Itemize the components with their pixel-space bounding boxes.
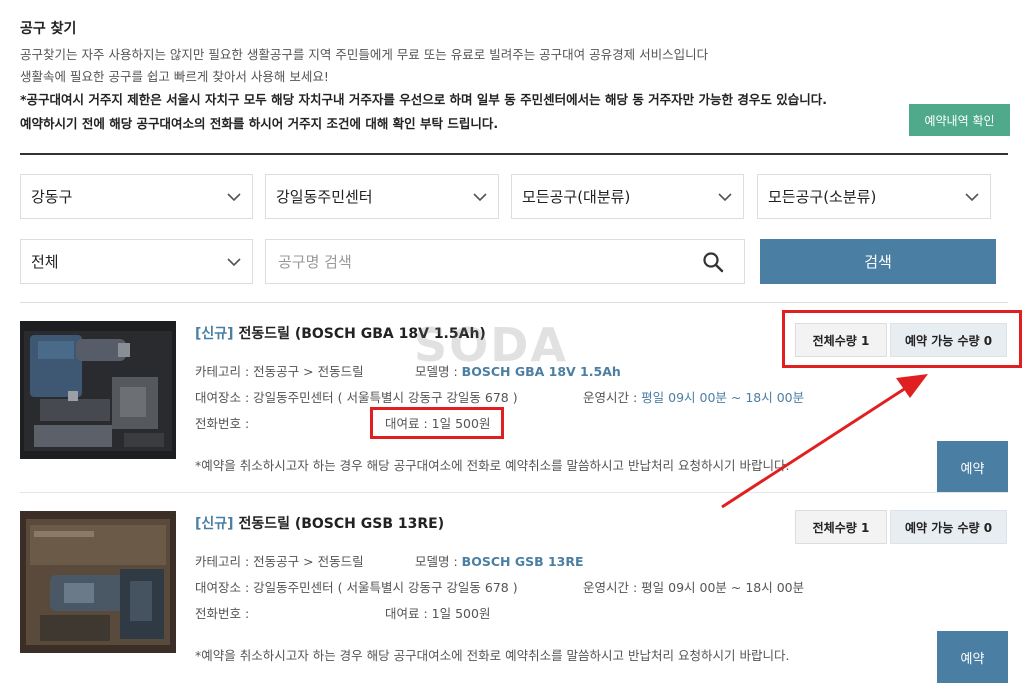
chevron-down-icon [227, 193, 241, 202]
chevron-down-icon [718, 193, 732, 202]
hours-text: 운영시간 : 평일 09시 00분 ~ 18시 00분 [583, 577, 804, 596]
model-label: 모델명 : [415, 364, 458, 379]
new-tag: [신규] [195, 516, 234, 532]
search-box [265, 239, 745, 284]
phone-text: 전화번호 : [195, 606, 250, 621]
tool-thumbnail[interactable] [20, 321, 176, 459]
category-major-select-value: 모든공구(대분류) [522, 188, 631, 206]
cancel-note: *예약을 취소하시고자 하는 경우 해당 공구대여소에 전화로 예약취소를 말씀… [195, 648, 790, 663]
search-input[interactable] [266, 240, 702, 283]
reserve-button[interactable]: 예약 [937, 631, 1008, 683]
model-value: BOSCH GSB 13RE [461, 554, 584, 569]
location-text: 대여장소 : 강일동주민센터 ( 서울특별시 강동구 강일동 678 ) [195, 580, 518, 595]
tool-name: 전동드릴 (BOSCH GBA 18V 1.5Ah) [238, 326, 486, 342]
model-value: BOSCH GBA 18V 1.5Ah [461, 364, 621, 379]
hours-text: 운영시간 : 평일 09시 00분 ~ 18시 00분 [583, 387, 804, 406]
list-item: [신규] 전동드릴 (BOSCH GBA 18V 1.5Ah) 카테고리 : 전… [20, 303, 1008, 493]
description-line-1: 공구찾기는 자주 사용하지는 않지만 필요한 생활공구를 지역 주민들에게 무료… [20, 47, 709, 62]
total-quantity-badge: 전체수량 1 [795, 323, 887, 357]
tool-thumbnail[interactable] [20, 511, 176, 653]
tool-title[interactable]: [신규] 전동드릴 (BOSCH GBA 18V 1.5Ah) [195, 323, 486, 343]
description-line-2: 생활속에 필요한 공구를 쉽고 빠르게 찾아서 사용해 보세요! [20, 69, 329, 84]
notice-line-1: *공구대여시 거주지 제한은 서울시 자치구 모두 해당 자치구내 거주자를 우… [20, 92, 827, 107]
reservation-history-button[interactable]: 예약내역 확인 [909, 104, 1010, 136]
center-select-value: 강일동주민센터 [276, 188, 373, 206]
chevron-down-icon [965, 193, 979, 202]
hours-label: 운영시간 : [583, 390, 638, 405]
center-select[interactable]: 강일동주민센터 [265, 174, 499, 219]
category-minor-select[interactable]: 모든공구(소분류) [757, 174, 991, 219]
category-text: 카테고리 : 전동공구 > 전동드릴 [195, 364, 364, 379]
hours-value: 평일 09시 00분 ~ 18시 00분 [641, 390, 805, 405]
search-button[interactable]: 검색 [760, 239, 996, 284]
search-icon[interactable] [702, 251, 724, 273]
chevron-down-icon [227, 258, 241, 267]
available-quantity-badge: 예약 가능 수량 0 [890, 510, 1007, 544]
list-item: [신규] 전동드릴 (BOSCH GSB 13RE) 카테고리 : 전동공구 >… [20, 493, 1008, 683]
model-label: 모델명 : [415, 554, 458, 569]
new-tag: [신규] [195, 326, 234, 342]
district-select-value: 강동구 [31, 188, 73, 206]
category-minor-select-value: 모든공구(소분류) [768, 188, 877, 206]
category-text: 카테고리 : 전동공구 > 전동드릴 [195, 554, 364, 569]
chevron-down-icon [473, 193, 487, 202]
fee-text: 대여료 : 1일 500원 [385, 606, 491, 621]
notice-line-2: 예약하시기 전에 해당 공구대여소의 전화를 하시어 거주지 조건에 대해 확인… [20, 116, 499, 131]
tool-name: 전동드릴 (BOSCH GSB 13RE) [238, 516, 445, 532]
model-text: 모델명 : BOSCH GBA 18V 1.5Ah [415, 361, 621, 380]
cancel-note: *예약을 취소하시고자 하는 경우 해당 공구대여소에 전화로 예약취소를 말씀… [195, 458, 790, 473]
phone-text: 전화번호 : [195, 416, 250, 431]
scope-select-value: 전체 [31, 253, 59, 271]
location-text: 대여장소 : 강일동주민센터 ( 서울특별시 강동구 강일동 678 ) [195, 390, 518, 405]
reserve-button[interactable]: 예약 [937, 441, 1008, 493]
district-select[interactable]: 강동구 [20, 174, 253, 219]
tool-title[interactable]: [신규] 전동드릴 (BOSCH GSB 13RE) [195, 513, 444, 533]
hours-value: 평일 09시 00분 ~ 18시 00분 [641, 580, 805, 595]
hours-label: 운영시간 : [583, 580, 638, 595]
total-quantity-badge: 전체수량 1 [795, 510, 887, 544]
header: 공구 찾기 공구찾기는 자주 사용하지는 않지만 필요한 생활공구를 지역 주민… [20, 18, 1010, 136]
fee-text: 대여료 : 1일 500원 [385, 416, 491, 431]
scope-select[interactable]: 전체 [20, 239, 253, 284]
category-major-select[interactable]: 모든공구(대분류) [511, 174, 744, 219]
header-divider [20, 153, 1008, 155]
model-text: 모델명 : BOSCH GSB 13RE [415, 551, 584, 570]
page-title: 공구 찾기 [20, 21, 77, 37]
available-quantity-badge: 예약 가능 수량 0 [890, 323, 1007, 357]
